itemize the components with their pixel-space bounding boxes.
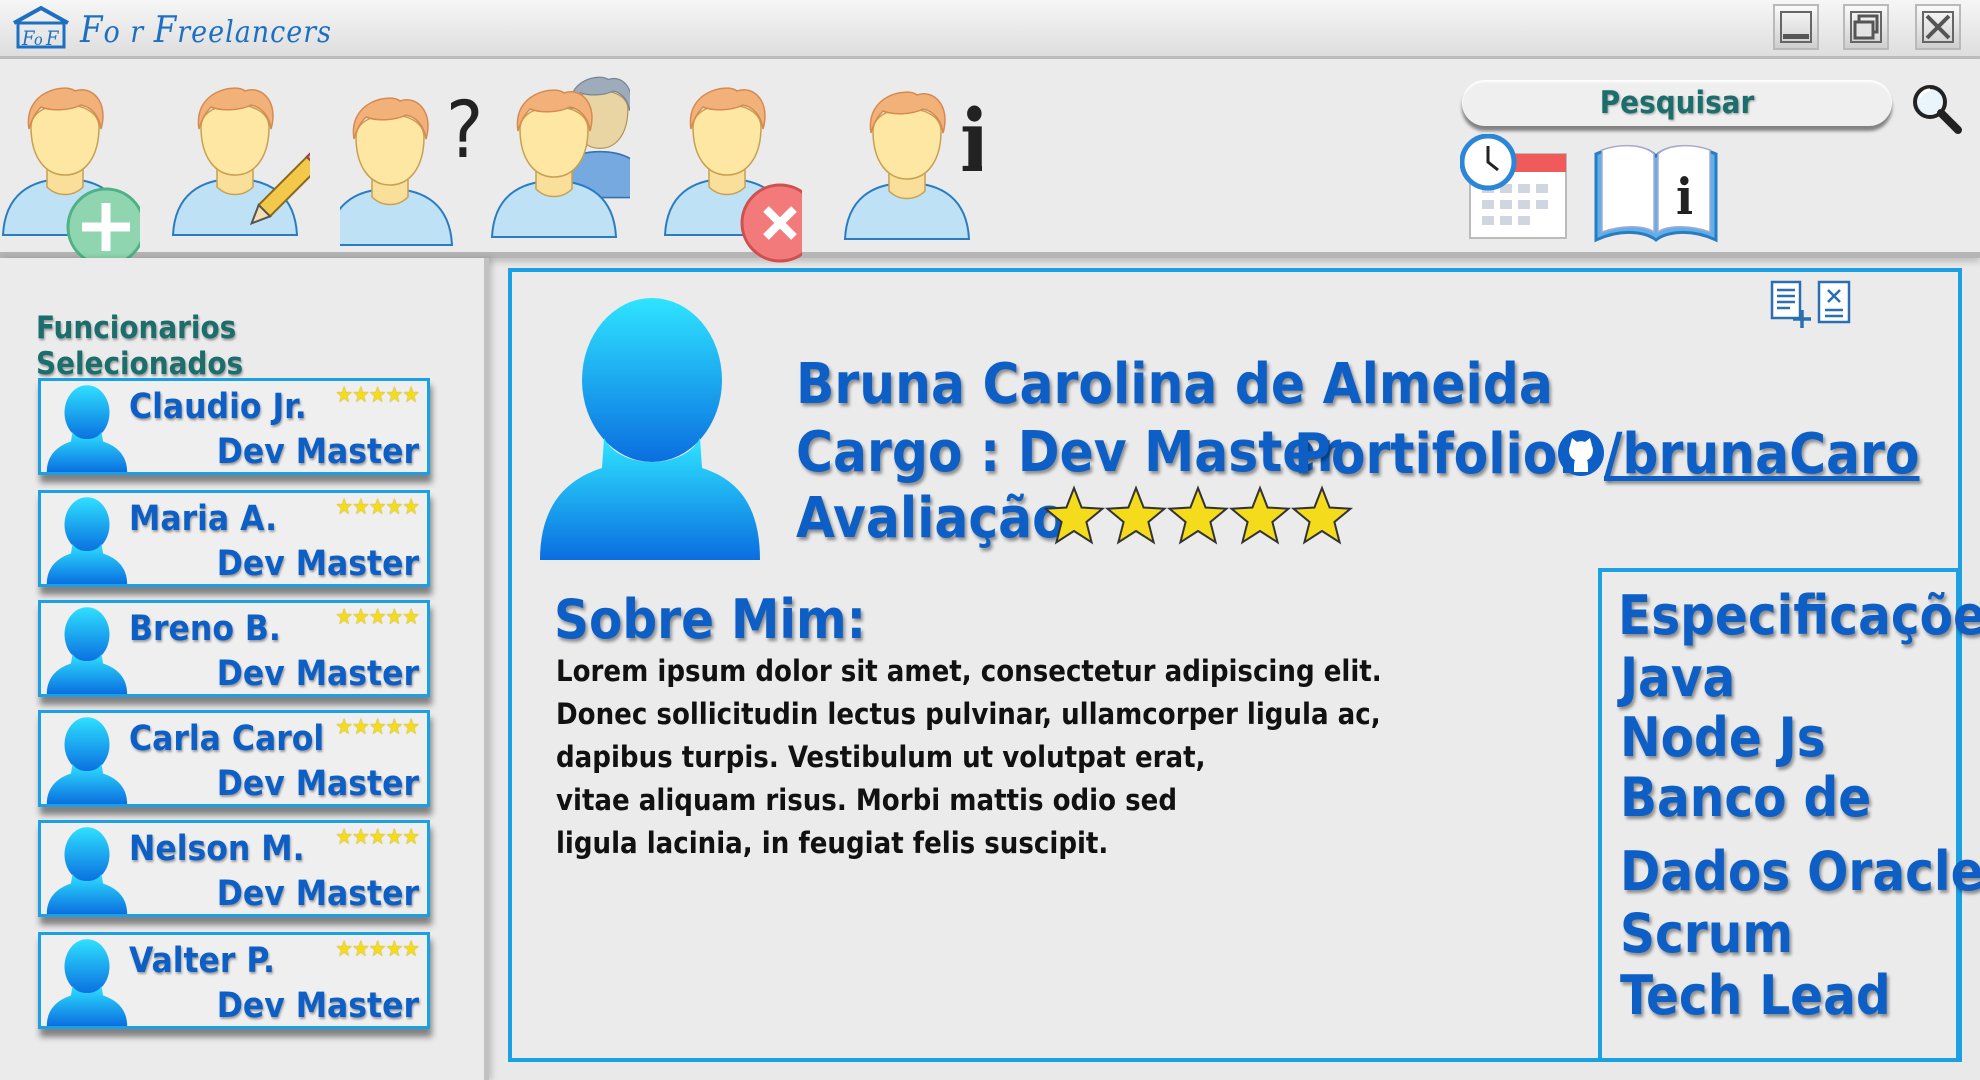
query-employee-button[interactable]: ? [340,75,480,265]
maximize-icon [1850,11,1882,43]
calendar-clock-icon[interactable] [1460,134,1572,244]
about-line: vitae aliquam risus. Morbi mattis odio s… [556,783,1178,817]
svg-text:i: i [1676,167,1693,226]
spec-item: Node Js [1620,706,1826,769]
about-text: Lorem ipsum dolor sit amet, consectetur … [556,650,1386,865]
search-icon[interactable] [1910,82,1964,138]
employee-name: Maria A. [129,499,278,539]
question-icon: ? [446,86,480,176]
spec-item: Banco de [1620,766,1872,829]
employee-rating-stars: ★★★★★ [335,605,420,630]
sidebar-title: Funcionarios Selecionados [36,310,244,382]
employee-role: Dev Master [216,544,419,584]
employee-rating-stars: ★★★★★ [335,383,420,408]
app-title: Fo r Freelancers [80,10,332,51]
about-line: dapibus turpis. Vestibulum ut volutpat e… [556,740,1206,774]
employee-card[interactable]: Claudio Jr. ★★★★★ Dev Master [38,378,430,475]
employee-card[interactable]: Nelson M. ★★★★★ Dev Master [38,820,430,917]
profile-name: Bruna Carolina de Almeida [796,352,1553,417]
star-icon [1166,485,1230,545]
portfolio-link[interactable]: /brunaCaro [1604,422,1920,487]
employee-rating-stars: ★★★★★ [335,937,420,962]
rating-label: Avaliação [796,486,1067,551]
search-input[interactable]: Pesquisar [1462,80,1892,126]
employee-name: Breno B. [129,609,281,649]
spec-item: Java [1620,646,1736,709]
close-icon [1922,11,1954,43]
remove-document-icon[interactable] [1817,280,1851,324]
employee-group-button[interactable] [490,75,630,265]
employee-card[interactable]: Maria A. ★★★★★ Dev Master [38,490,430,587]
remove-employee-button[interactable] [662,75,802,265]
employee-name: Claudio Jr. [129,387,307,427]
minimize-icon [1780,11,1812,43]
employee-name: Valter P. [129,941,275,981]
remove-icon [740,183,802,263]
about-line: ligula lacinia, in feugiat felis suscipi… [556,826,1109,860]
employee-role: Dev Master [216,432,419,472]
about-title: Sobre Mim: [554,588,867,651]
rating-stars [1044,485,1354,545]
employee-role: Dev Master [216,764,419,804]
minimize-button[interactable] [1773,4,1819,50]
app-title-initial: F [80,10,104,51]
avatar-icon [46,717,128,804]
app-title-initial-2: F [153,10,178,51]
employee-card[interactable]: Valter P. ★★★★★ Dev Master [38,932,430,1029]
user-icon [172,87,298,236]
maximize-button[interactable] [1843,4,1889,50]
add-employee-button[interactable] [0,75,140,265]
employee-role: Dev Master [216,874,419,914]
plus-icon [66,187,140,265]
app-title-rest: reelancers [177,15,333,50]
employee-info-button[interactable]: i [842,75,982,265]
user-icon [340,97,453,246]
app-title-r: r [120,15,154,50]
spec-item: Dados Oracle [1620,840,1980,903]
star-icon [1290,485,1354,545]
employee-role: Dev Master [216,986,419,1026]
logo-icon: F o F [13,5,69,50]
employee-role: Dev Master [216,654,419,694]
employee-name: Carla Carol [129,719,325,759]
app-title-o: o [103,15,121,50]
about-line: Lorem ipsum dolor sit amet, consectetur … [556,654,1382,688]
avatar-icon [46,385,128,472]
star-icon [1104,485,1168,545]
employee-card[interactable]: Breno B. ★★★★★ Dev Master [38,600,430,697]
portfolio-label: Portifolio: [1294,422,1578,487]
star-icon [1228,485,1292,545]
github-icon [1558,430,1604,476]
spec-item: Scrum [1620,902,1793,965]
add-document-icon[interactable] [1770,280,1812,330]
profile-role: Cargo : Dev Master [796,420,1342,485]
employee-rating-stars: ★★★★★ [335,825,420,850]
employee-name: Nelson M. [129,829,305,869]
profile-avatar-icon [540,298,760,560]
star-icon [1044,485,1106,545]
spec-item: Tech Lead [1620,964,1891,1027]
employee-card[interactable]: Carla Carol ★★★★★ Dev Master [38,710,430,807]
edit-employee-button[interactable] [170,75,310,265]
book-info-icon[interactable]: i [1592,140,1720,246]
avatar-icon [46,939,128,1026]
svg-text:o: o [34,30,43,49]
close-button[interactable] [1915,4,1961,50]
svg-text:F: F [45,26,60,50]
avatar-icon [46,827,128,914]
user-icon [844,91,970,240]
employee-rating-stars: ★★★★★ [335,715,420,740]
avatar-icon [46,607,128,694]
info-icon: i [960,91,982,192]
about-line: Donec sollicitudin lectus pulvinar, ulla… [556,697,1381,731]
specs-title: Especificações [1618,584,1980,647]
employee-rating-stars: ★★★★★ [335,495,420,520]
avatar-icon [46,497,128,584]
